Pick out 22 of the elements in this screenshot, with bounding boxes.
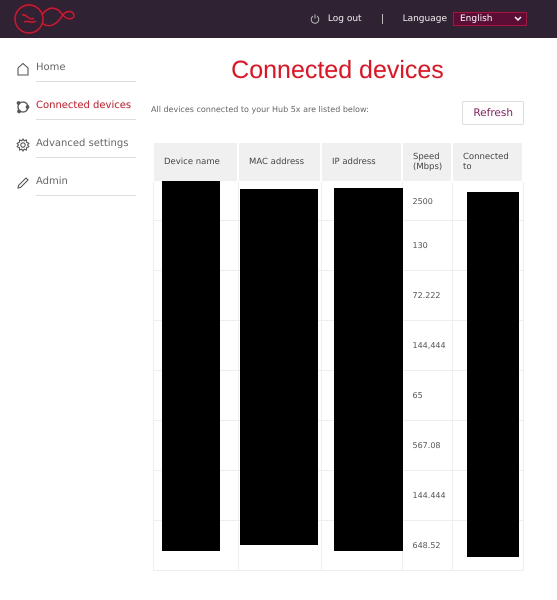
column-header: Device name — [154, 142, 238, 182]
power-icon[interactable] — [310, 14, 320, 24]
intro-text: All devices connected to your Hub 5x are listed below: — [151, 104, 369, 114]
sidebar-item[interactable]: Home — [36, 56, 136, 82]
page-title: Connected devices — [230, 56, 445, 85]
refresh-button[interactable]: Refresh — [462, 101, 524, 125]
column-header: Speed (Mbps) — [402, 142, 452, 182]
pencil-icon — [16, 176, 30, 190]
home-icon — [16, 62, 30, 76]
logo-icon — [12, 2, 76, 36]
settings-icon — [16, 138, 30, 152]
sidebar-item[interactable]: Connected devices — [36, 94, 136, 120]
logout-link[interactable]: Log out — [328, 14, 362, 24]
column-header: Connected to — [452, 142, 523, 182]
sidebar-item[interactable]: Admin — [36, 170, 136, 196]
devices-icon — [16, 100, 30, 114]
chevron-icon — [514, 16, 522, 22]
column-header: IP address — [321, 142, 402, 182]
column-header: MAC address — [238, 142, 321, 182]
sidebar-item[interactable]: Advanced settings — [36, 132, 136, 158]
language-label: Language — [402, 14, 447, 24]
language-select[interactable]: English — [453, 12, 527, 26]
